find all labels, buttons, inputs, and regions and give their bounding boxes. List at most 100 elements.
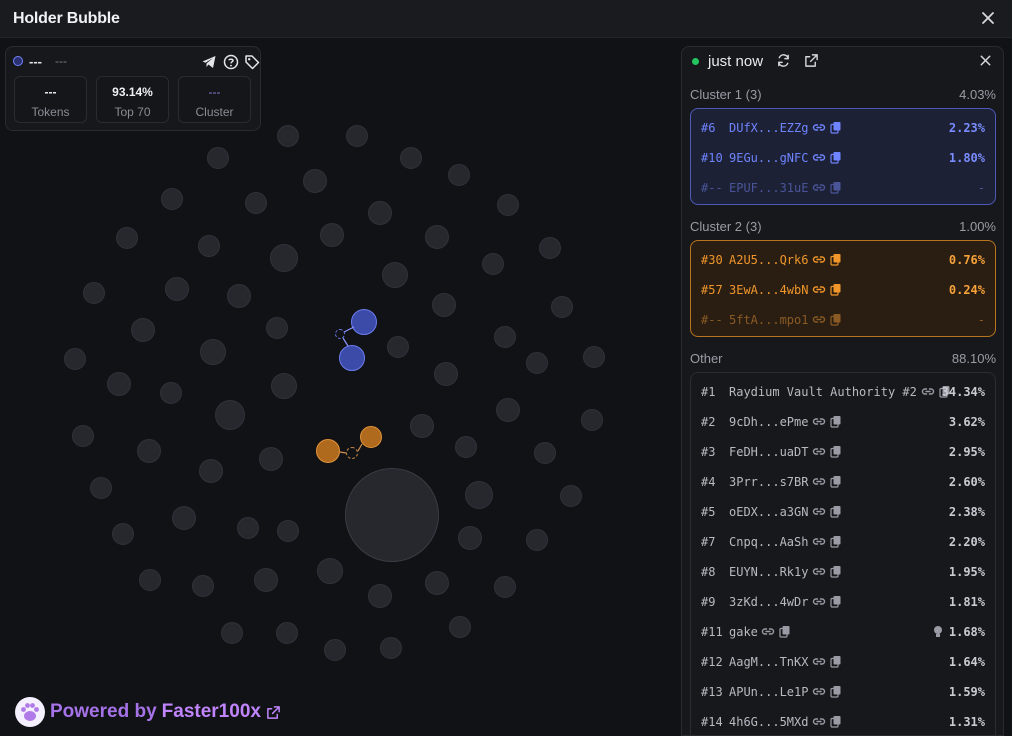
holder-bubble[interactable] [496,398,520,422]
holder-bubble[interactable] [434,362,458,386]
holder-bubble[interactable] [303,169,327,193]
holder-bubble[interactable] [259,447,283,471]
link-icon[interactable] [812,151,826,164]
copy-icon[interactable] [829,655,843,668]
holder-bubble[interactable] [161,188,183,210]
holder-bubble[interactable] [266,317,288,339]
help-icon[interactable] [223,54,239,70]
tag-icon[interactable] [244,54,260,70]
holder-row[interactable]: #10 9EGu...gNFC 1.80% [691,143,995,173]
holder-bubble[interactable] [215,400,245,430]
copy-icon[interactable] [829,283,843,296]
link-icon[interactable] [812,565,826,578]
holder-bubble[interactable] [227,284,251,308]
link-icon[interactable] [761,625,775,638]
holder-bubble[interactable] [458,526,482,550]
holder-bubble[interactable] [90,477,112,499]
copy-icon[interactable] [829,505,843,518]
holder-bubble[interactable] [200,339,226,365]
holder-row[interactable]: #3 FeDH...uaDT 2.95% [691,437,995,467]
holder-bubble[interactable] [221,622,243,644]
link-icon[interactable] [812,283,826,296]
cluster-1-bubble[interactable] [339,345,365,371]
holder-bubble[interactable] [237,517,259,539]
holder-bubble[interactable] [276,622,298,644]
copy-icon[interactable] [829,445,843,458]
holder-bubble[interactable] [72,425,94,447]
link-icon[interactable] [812,475,826,488]
powered-by-link[interactable]: Powered by Faster100x [15,697,281,727]
link-icon[interactable] [812,685,826,698]
link-icon[interactable] [812,415,826,428]
holder-row[interactable]: #14 4h6G...5MXd 1.31% [691,707,995,735]
holder-row[interactable]: #7 Cnpq...AaSh 2.20% [691,527,995,557]
holder-bubble[interactable] [346,125,368,147]
copy-icon[interactable] [829,151,843,164]
holder-bubble[interactable] [449,616,471,638]
holder-bubble[interactable] [317,558,343,584]
holder-bubble[interactable] [526,352,548,374]
holder-bubble[interactable] [494,326,516,348]
holder-bubble[interactable] [112,523,134,545]
holder-bubble[interactable] [160,382,182,404]
holder-bubble[interactable] [448,164,470,186]
cluster-2-bubble[interactable] [360,426,382,448]
holder-bubble[interactable] [534,442,556,464]
copy-icon[interactable] [829,415,843,428]
holder-row[interactable]: #1 Raydium Vault Authority #2 34.34% [691,377,995,407]
holder-bubble-largest[interactable] [345,468,439,562]
holder-row[interactable]: #57 3EwA...4wbN 0.24% [691,275,995,305]
holder-bubble[interactable] [192,575,214,597]
holder-bubble[interactable] [539,237,561,259]
holder-row[interactable]: #6 DUfX...EZZg 2.23% [691,113,995,143]
holder-bubble[interactable] [198,235,220,257]
holder-bubble[interactable] [139,569,161,591]
cluster-2-bubble-hidden[interactable] [346,447,358,459]
holder-row[interactable]: #8 EUYN...Rk1y 1.95% [691,557,995,587]
copy-icon[interactable] [829,181,843,194]
holder-bubble[interactable] [83,282,105,304]
holder-bubble[interactable] [199,459,223,483]
holder-bubble[interactable] [425,571,449,595]
holder-bubble[interactable] [172,506,196,530]
copy-icon[interactable] [829,565,843,578]
holder-bubble[interactable] [410,414,434,438]
holder-bubble[interactable] [277,520,299,542]
close-icon[interactable] [980,10,996,26]
holder-bubble[interactable] [64,348,86,370]
copy-icon[interactable] [829,121,843,134]
cluster-1-bubble[interactable] [351,309,377,335]
holder-bubble[interactable] [465,481,493,509]
holder-bubble[interactable] [387,336,409,358]
copy-icon[interactable] [829,253,843,266]
holder-row[interactable]: #5 oEDX...a3GN 2.38% [691,497,995,527]
copy-icon[interactable] [778,625,792,638]
holder-row[interactable]: #-- EPUF...31uE - [691,173,995,203]
holder-row[interactable]: #9 3zKd...4wDr 1.81% [691,587,995,617]
holder-bubble[interactable] [400,147,422,169]
holder-bubble[interactable] [560,485,582,507]
link-icon[interactable] [812,535,826,548]
holder-bubble[interactable] [131,318,155,342]
holder-bubble[interactable] [245,192,267,214]
holder-bubble[interactable] [271,373,297,399]
telegram-icon[interactable] [201,54,217,70]
holder-bubble[interactable] [324,639,346,661]
copy-icon[interactable] [829,475,843,488]
holder-bubble[interactable] [368,584,392,608]
holder-bubble[interactable] [494,576,516,598]
link-icon[interactable] [812,715,826,728]
link-icon[interactable] [812,445,826,458]
holder-bubble[interactable] [207,147,229,169]
holder-bubble[interactable] [455,436,477,458]
open-external-icon[interactable] [804,53,819,68]
holder-bubble[interactable] [382,262,408,288]
panel-close-icon[interactable] [978,53,993,68]
holder-bubble[interactable] [497,194,519,216]
holder-row[interactable]: #30 A2U5...Qrk6 0.76% [691,245,995,275]
copy-icon[interactable] [829,313,843,326]
link-icon[interactable] [812,655,826,668]
link-icon[interactable] [921,385,935,398]
link-icon[interactable] [812,181,826,194]
link-icon[interactable] [812,505,826,518]
